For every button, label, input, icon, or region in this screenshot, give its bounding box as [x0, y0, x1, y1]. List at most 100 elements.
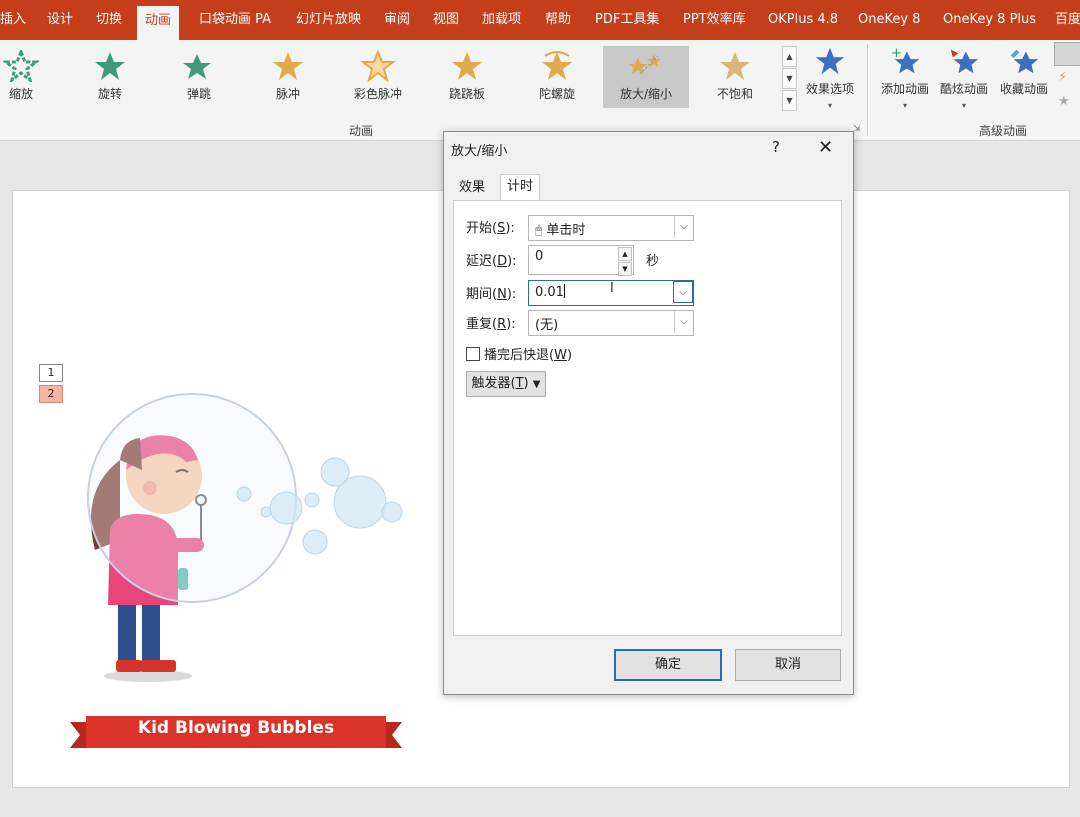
favorite-animation-button[interactable]: 收藏动画 — [996, 44, 1052, 97]
menu-onekey8[interactable]: OneKey 8 — [858, 0, 920, 40]
cool-animation-button[interactable]: 酷炫动画 ▾ — [936, 44, 992, 111]
color-pulse-star-icon — [360, 50, 396, 82]
effect-options-star-icon — [815, 47, 845, 75]
gallery-down-arrow-icon[interactable]: ▼ — [782, 68, 797, 89]
chevron-down-icon: ▾ — [902, 101, 907, 110]
tab-effect[interactable]: 效果 — [453, 176, 491, 200]
chevron-down-icon[interactable]: ⌵ — [674, 216, 693, 238]
dialog-title: 放大/缩小 — [451, 144, 508, 159]
gallery-teeter[interactable]: 跷跷板 — [424, 46, 510, 106]
gallery-grow-shrink[interactable]: 放大/缩小 — [603, 46, 689, 108]
timing-panel: 开始(S): 🖱 单击时 ⌵ 延迟(D): 0 ▲ ▼ 秒 期间(N): 0.0… — [453, 200, 842, 636]
gallery-label: 缩放 — [8, 87, 33, 101]
gallery-label: 陀螺旋 — [538, 87, 575, 101]
favorite-animation-label: 收藏动画 — [999, 82, 1048, 96]
group-separator — [867, 44, 868, 136]
cancel-button[interactable]: 取消 — [735, 649, 841, 681]
gallery-up-arrow-icon[interactable]: ▲ — [782, 46, 797, 67]
menu-pdf-tools[interactable]: PDF工具集 — [595, 0, 659, 40]
kid-blowing-bubbles-illustration[interactable] — [60, 380, 410, 690]
gallery-label: 旋转 — [97, 87, 122, 101]
menu-pocket-animation[interactable]: 口袋动画 PA — [199, 0, 271, 40]
seconds-unit: 秒 — [646, 254, 660, 269]
spin-up-icon[interactable]: ▲ — [618, 247, 632, 261]
ribbon: 缩放 旋转 弹跳 脉冲 彩色脉冲 跷跷板 陀螺旋 放大/缩小 不饱和 ▲ ▼ ▼… — [0, 40, 1080, 141]
menu-slideshow[interactable]: 幻灯片放映 — [296, 0, 361, 40]
effect-options-button[interactable]: 效果选项 ▾ — [801, 44, 859, 111]
gallery-label: 跷跷板 — [448, 87, 485, 101]
gallery-spin[interactable]: 旋转 — [67, 46, 153, 106]
repeat-label: 重复(R): — [466, 317, 516, 332]
grow-shrink-dialog: 放大/缩小 ? ✕ 效果 计时 开始(S): 🖱 单击时 ⌵ 延迟(D): 0 … — [443, 131, 854, 695]
menu-okplus[interactable]: OKPlus 4.8 — [768, 0, 838, 40]
double-chevron-down-icon: ▼ — [532, 379, 541, 390]
gallery-label: 脉冲 — [275, 87, 300, 101]
pulse-star-icon — [273, 52, 303, 80]
menu-transitions[interactable]: 切换 — [96, 0, 122, 40]
chevron-down-icon: ▾ — [961, 101, 966, 110]
delay-input[interactable]: 0 ▲ ▼ — [528, 245, 634, 276]
gallery-label: 放大/缩小 — [619, 87, 673, 101]
text-cursor-icon: I — [610, 281, 614, 296]
favorite-animation-star-icon — [1010, 49, 1039, 74]
tab-timing[interactable]: 计时 — [500, 174, 541, 201]
add-animation-star-icon: + — [891, 46, 920, 74]
effect-options-label: 效果选项 — [805, 82, 854, 96]
desaturate-star-icon — [720, 52, 750, 80]
trigger-bolt-icon[interactable]: ⚡ — [1058, 70, 1067, 85]
gallery-spinner[interactable]: 陀螺旋 — [514, 46, 600, 106]
gallery-desaturate[interactable]: 不饱和 — [692, 46, 778, 106]
rewind-checkbox[interactable]: 播完后快退(W) — [466, 344, 572, 363]
duration-label: 期间(N): — [466, 287, 517, 302]
dialog-launcher-icon[interactable]: ⇲ — [853, 124, 861, 134]
mouse-icon: 🖱 — [535, 223, 543, 237]
start-label: 开始(S): — [466, 221, 515, 236]
checkbox-box[interactable] — [466, 347, 480, 361]
banner-text: Kid Blowing Bubbles — [137, 718, 335, 738]
menu-design[interactable]: 设计 — [47, 0, 73, 40]
bounce-star-icon — [183, 54, 211, 79]
chevron-down-icon[interactable]: ⌵ — [673, 281, 693, 303]
ok-button[interactable]: 确定 — [614, 649, 722, 681]
add-animation-button[interactable]: + 添加动画 ▾ — [876, 44, 934, 111]
animation-pane-icon[interactable] — [1054, 42, 1080, 66]
gallery-scroll: ▲ ▼ ▼ — [782, 46, 797, 111]
delay-label: 延迟(D): — [466, 254, 517, 269]
gallery-bounce[interactable]: 弹跳 — [156, 46, 242, 106]
grow-shrink-star-icon — [629, 54, 661, 75]
repeat-select[interactable]: (无) ⌵ — [528, 310, 694, 336]
svg-text:+: + — [891, 46, 902, 61]
gallery-color-pulse[interactable]: 彩色脉冲 — [335, 46, 421, 106]
group-advanced-label: 高级动画 — [979, 124, 1028, 138]
zoom-star-icon — [3, 50, 39, 82]
menu-review[interactable]: 审阅 — [384, 0, 410, 40]
group-animation-label: 动画 — [349, 124, 374, 138]
close-icon[interactable]: ✕ — [818, 137, 833, 158]
menu-help[interactable]: 帮助 — [545, 0, 571, 40]
help-button[interactable]: ? — [772, 138, 780, 156]
menu-view[interactable]: 视图 — [433, 0, 459, 40]
teeter-star-icon — [452, 52, 482, 80]
menu-bar: 插入 设计 切换 动画 口袋动画 PA 幻灯片放映 审阅 视图 加载项 帮助 P… — [0, 0, 1080, 40]
menu-addins[interactable]: 加载项 — [482, 0, 521, 40]
chevron-down-icon[interactable]: ⌵ — [674, 311, 693, 333]
delay-spinner[interactable]: ▲ ▼ — [617, 246, 633, 276]
cool-animation-label: 酷炫动画 — [939, 82, 988, 96]
trigger-button[interactable]: 触发器(T) ▼ — [466, 371, 546, 397]
menu-baidu[interactable]: 百度 — [1055, 0, 1080, 40]
menu-insert[interactable]: 插入 — [0, 0, 26, 40]
start-select[interactable]: 🖱 单击时 ⌵ — [528, 215, 694, 241]
animation-painter-icon[interactable]: ★ — [1058, 94, 1070, 109]
add-animation-label: 添加动画 — [880, 82, 929, 96]
gallery-label: 不饱和 — [716, 87, 753, 101]
gallery-label: 彩色脉冲 — [353, 87, 402, 101]
spin-down-icon[interactable]: ▼ — [618, 262, 632, 276]
menu-onekey8plus[interactable]: OneKey 8 Plus — [943, 0, 1036, 40]
gallery-pulse[interactable]: 脉冲 — [245, 46, 331, 106]
spin-star-icon — [95, 52, 125, 80]
menu-ppt-efficiency[interactable]: PPT效率库 — [683, 0, 746, 40]
gallery-zoom[interactable]: 缩放 — [0, 46, 64, 106]
chevron-down-icon: ▾ — [827, 101, 832, 110]
gallery-more-icon[interactable]: ▼ — [782, 90, 797, 111]
menu-animations[interactable]: 动画 — [137, 6, 180, 40]
